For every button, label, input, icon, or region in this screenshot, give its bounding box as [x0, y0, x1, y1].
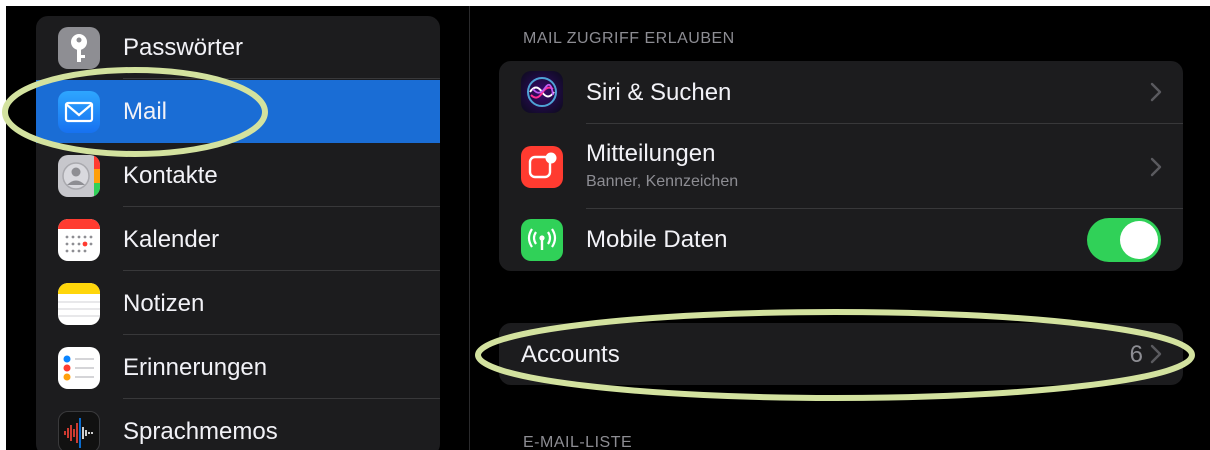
separator: [123, 398, 440, 399]
sidebar-item-mail[interactable]: Mail: [36, 80, 440, 143]
mobile-data-toggle[interactable]: [1087, 218, 1161, 262]
siri-icon: [521, 71, 563, 113]
contacts-icon: [58, 155, 100, 197]
sidebar-item-voice-memos[interactable]: Sprachmemos: [36, 400, 440, 450]
section-header-mail-list: E-MAIL-LISTE: [523, 434, 633, 450]
voice-memos-icon: [58, 411, 100, 450]
sidebar-item-label: Sprachmemos: [123, 418, 278, 445]
accounts-row[interactable]: Accounts 6: [499, 323, 1183, 385]
key-icon: [58, 27, 100, 69]
siri-search-label: Siri & Suchen: [586, 79, 732, 106]
sidebar-item-label: Erinnerungen: [123, 354, 268, 381]
accounts-label: Accounts: [521, 341, 620, 368]
toggle-knob: [1120, 221, 1158, 259]
accounts-group: Accounts 6: [499, 323, 1183, 385]
sidebar-item-label: Kontakte: [123, 162, 218, 189]
notifications-subtitle: Banner, Kennzeichen: [586, 173, 739, 190]
section-header-access: MAIL ZUGRIFF ERLAUBEN: [523, 30, 735, 47]
notifications-icon: [521, 146, 563, 188]
separator: [123, 78, 440, 79]
mail-icon: [58, 91, 100, 133]
calendar-icon: [58, 219, 100, 261]
notifications-row[interactable]: Mitteilungen Banner, Kennzeichen: [499, 124, 1183, 209]
siri-search-row[interactable]: Siri & Suchen: [499, 61, 1183, 124]
accounts-count: 6: [1129, 341, 1143, 368]
sidebar-item-notes[interactable]: Notizen: [36, 272, 440, 335]
sidebar-item-label: Passwörter: [123, 34, 244, 61]
mobile-data-row: Mobile Daten: [499, 209, 1183, 271]
sidebar: Passwörter Mail Kontakte Kalender Notize…: [36, 16, 440, 450]
chevron-right-icon: [1150, 157, 1162, 177]
access-group: Siri & Suchen Mitteilungen Banner, Kennz…: [499, 61, 1183, 271]
sidebar-item-contacts[interactable]: Kontakte: [36, 144, 440, 207]
sidebar-item-passwords[interactable]: Passwörter: [36, 16, 440, 79]
separator: [123, 334, 440, 335]
notes-icon: [58, 283, 100, 325]
separator: [123, 270, 440, 271]
chevron-right-icon: [1150, 344, 1162, 364]
reminders-icon: [58, 347, 100, 389]
chevron-right-icon: [1150, 82, 1162, 102]
separator: [123, 206, 440, 207]
settings-screen: Passwörter Mail Kontakte Kalender Notize…: [6, 6, 1210, 450]
sidebar-item-reminders[interactable]: Erinnerungen: [36, 336, 440, 399]
notifications-label: Mitteilungen: [586, 140, 716, 167]
sidebar-item-calendar[interactable]: Kalender: [36, 208, 440, 271]
cellular-antenna-icon: [521, 219, 563, 261]
sidebar-item-label: Notizen: [123, 290, 205, 317]
mobile-data-label: Mobile Daten: [586, 226, 728, 253]
pane-divider: [469, 6, 470, 450]
sidebar-item-label: Kalender: [123, 226, 220, 253]
sidebar-item-label: Mail: [123, 98, 168, 125]
